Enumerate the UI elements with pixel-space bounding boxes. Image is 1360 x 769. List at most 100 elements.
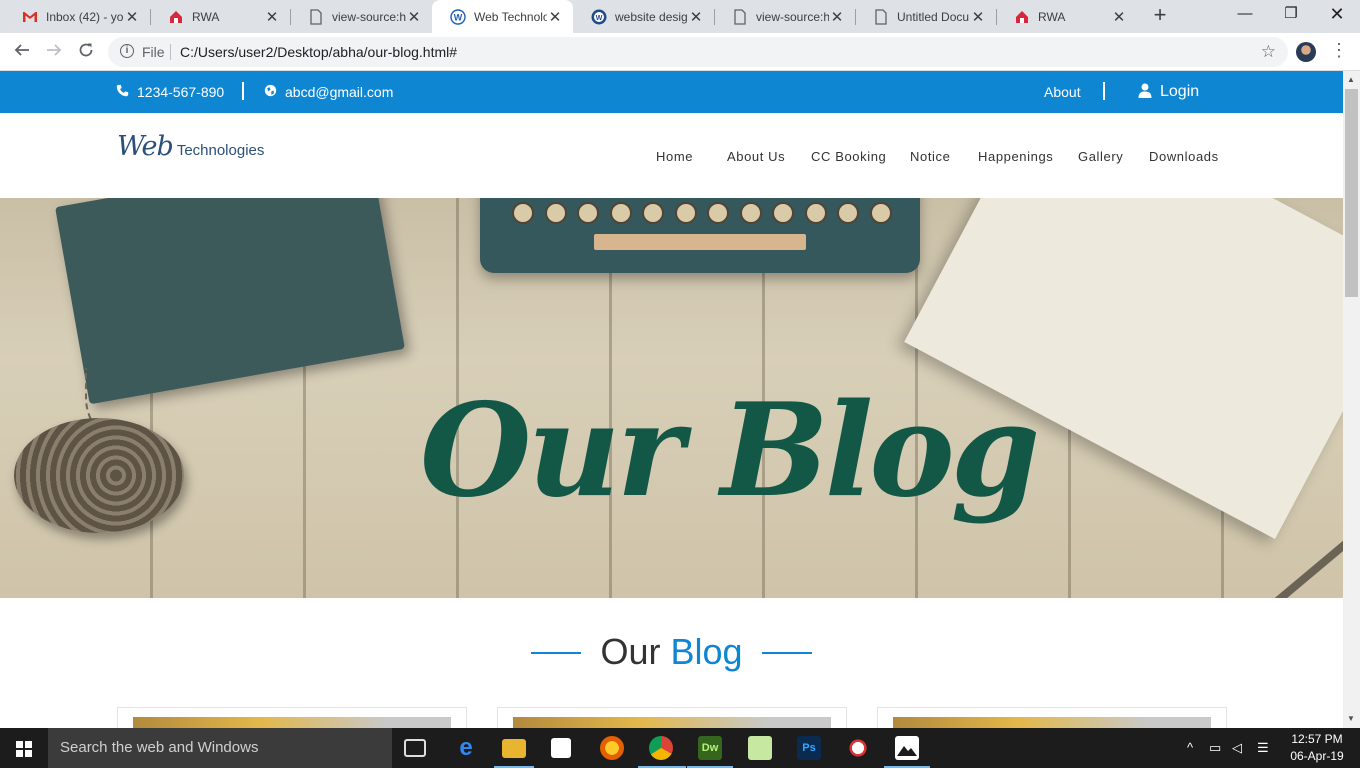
tab-gmail[interactable]: Inbox (42) - yo ✕ [4,0,150,33]
page-viewport: 1234-567-890 abcd@gmail.com About Login … [0,71,1343,728]
gmail-icon [22,9,38,25]
phone-contact[interactable]: 1234-567-890 [116,84,224,100]
notepad-icon[interactable] [748,736,772,760]
forward-button[interactable] [42,40,66,64]
nav-about-us[interactable]: About Us [727,149,785,164]
start-button[interactable] [0,728,48,768]
nav-happenings[interactable]: Happenings [978,149,1053,164]
blog-card[interactable] [497,707,847,728]
section-heading: Our Blog [600,631,743,672]
taskbar-search[interactable]: Search the web and Windows [48,728,392,768]
browser-toolbar: i File C:/Users/user2/Desktop/abha/our-b… [0,33,1360,71]
close-icon[interactable]: ✕ [829,8,845,26]
close-icon[interactable]: ✕ [264,8,280,26]
arrow-right-icon [47,44,62,56]
bookmark-star-icon[interactable]: ☆ [1261,42,1276,62]
arrow-left-icon [14,44,29,56]
chevron-up-icon[interactable]: ^ [1187,740,1193,755]
document-icon [732,8,748,25]
scroll-up-icon[interactable]: ▲ [1347,75,1355,84]
store-icon[interactable] [551,738,571,758]
volume-muted-icon[interactable]: ◁ [1232,740,1242,756]
firefox-icon[interactable] [600,736,624,760]
scrollbar-thumb[interactable] [1345,89,1358,297]
svg-text:W: W [454,12,463,22]
notification-icon[interactable]: ☰ [1257,740,1269,756]
tab-view-source[interactable]: view-source:ht ✕ [290,0,432,33]
close-icon[interactable]: ✕ [547,8,563,26]
close-icon[interactable]: ✕ [970,8,986,26]
tab-untitled-document[interactable]: Untitled Docu ✕ [855,0,996,33]
site-header: Web Technologies Home About Us CC Bookin… [0,113,1343,198]
file-explorer-icon[interactable] [502,739,526,758]
tab-rwa[interactable]: RWA ✕ [150,0,290,33]
minimize-button[interactable]: — [1222,0,1268,30]
close-icon[interactable]: ✕ [406,8,422,26]
photoshop-icon[interactable]: Ps [797,736,821,760]
close-icon[interactable]: ✕ [1111,8,1127,26]
nav-gallery[interactable]: Gallery [1078,149,1123,164]
document-icon [308,8,324,25]
url-text[interactable]: C:/Users/user2/Desktop/abha/our-blog.htm… [180,44,457,60]
reload-icon [79,43,93,57]
phone-icon [116,84,129,100]
w-logo-icon: W [450,8,466,25]
scroll-down-icon[interactable]: ▼ [1347,714,1355,723]
windows-logo-icon [16,741,32,757]
login-link[interactable]: Login [1138,83,1199,101]
hero-pencil-illustration [1228,521,1343,598]
hero-pinecone-illustration [14,418,184,533]
hero-typewriter-illustration [480,198,920,273]
hero-banner: Our Blog [0,198,1343,598]
address-bar[interactable]: i File C:/Users/user2/Desktop/abha/our-b… [108,37,1288,67]
taskbar-clock[interactable]: 12:57 PM 06-Apr-19 [1288,731,1346,765]
globe-icon [264,84,277,100]
tab-view-source-2[interactable]: view-source:ht ✕ [714,0,855,33]
contact-divider [242,82,244,100]
nav-notice[interactable]: Notice [910,149,950,164]
tab-web-technologies[interactable]: W Web Technolo ✕ [432,0,573,33]
tab-website-design[interactable]: W website design ✕ [573,0,714,33]
scheme-label: File [142,44,165,60]
close-icon[interactable]: ✕ [688,8,704,26]
chrome-icon[interactable] [649,736,673,760]
blog-card-image [893,717,1211,728]
nav-cc-booking[interactable]: CC Booking [811,149,886,164]
nav-downloads[interactable]: Downloads [1149,149,1219,164]
document-icon [873,8,889,25]
back-button[interactable] [10,40,34,64]
about-link[interactable]: About [1044,84,1081,100]
info-icon[interactable]: i [120,44,134,58]
heading-line-right [762,652,812,654]
top-contact-bar: 1234-567-890 abcd@gmail.com About Login [0,71,1343,113]
photos-icon[interactable] [895,736,919,760]
task-view-icon[interactable] [404,739,426,757]
nav-home[interactable]: Home [656,149,693,164]
reload-button[interactable] [74,40,98,64]
close-icon[interactable]: ✕ [124,8,140,26]
email-contact[interactable]: abcd@gmail.com [264,84,393,100]
blog-card[interactable] [877,707,1227,728]
edge-icon[interactable]: e [454,736,478,760]
blog-card-image [133,717,451,728]
profile-avatar[interactable] [1296,42,1316,62]
window-close-button[interactable]: ✕ [1314,0,1360,30]
rwa-icon [168,9,184,25]
address-divider [170,44,171,60]
tab-rwa-2[interactable]: RWA ✕ [996,0,1137,33]
network-icon[interactable]: ▭ [1209,740,1221,756]
maximize-button[interactable]: ❐ [1268,0,1314,30]
menu-dots-icon[interactable]: ⋮ [1330,40,1348,61]
svg-text:W: W [596,15,603,22]
windows-taskbar: Search the web and Windows e Dw Ps ^ ▭ ◁… [0,728,1360,768]
page-scrollbar[interactable]: ▲ ▼ [1343,71,1360,728]
user-icon [1138,83,1152,101]
blog-card-image [513,717,831,728]
new-tab-button[interactable]: + [1149,4,1171,27]
dreamweaver-icon[interactable]: Dw [698,736,722,760]
hero-title: Our Blog [420,376,1040,526]
snipping-tool-icon[interactable] [846,736,870,760]
site-logo[interactable]: Web Technologies [117,131,264,162]
about-divider [1103,82,1105,100]
blog-card[interactable] [117,707,467,728]
